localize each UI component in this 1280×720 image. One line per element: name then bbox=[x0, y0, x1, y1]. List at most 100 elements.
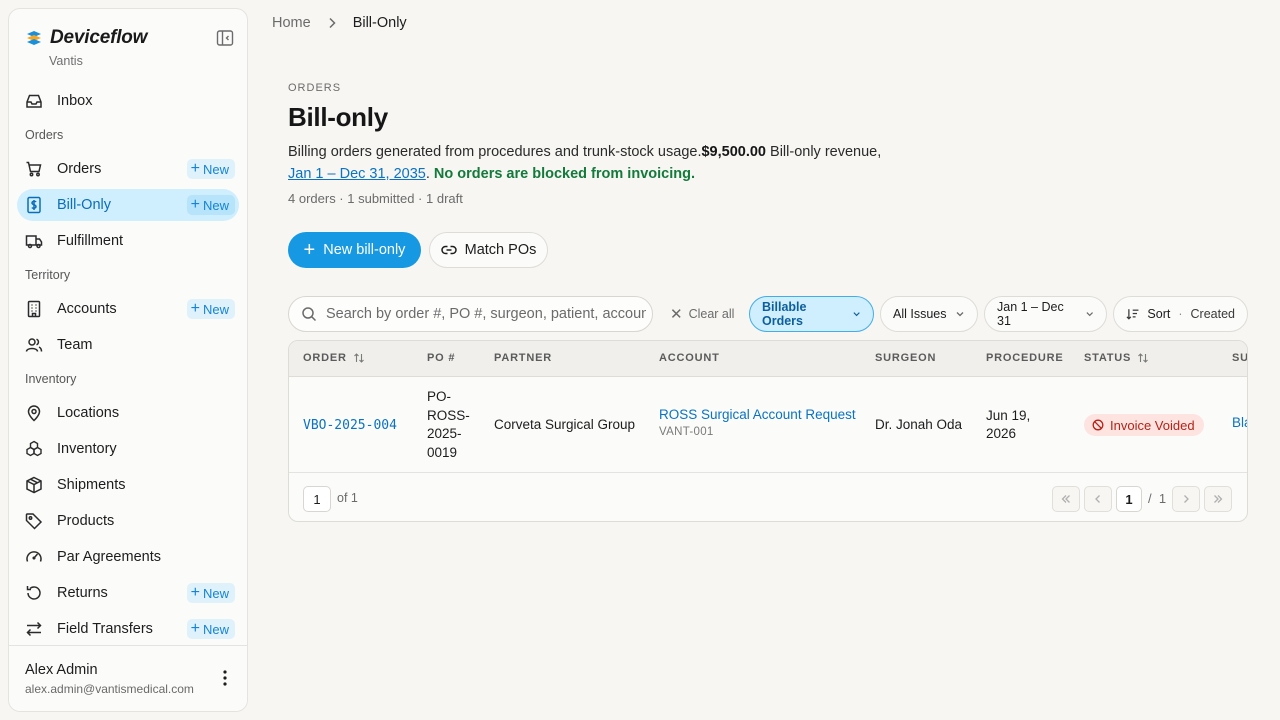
sidebar-item-shipments[interactable]: Shipments bbox=[17, 469, 239, 501]
sidebar-item-accounts[interactable]: Accounts + New bbox=[17, 293, 239, 325]
sidebar-item-par-agreements[interactable]: Par Agreements bbox=[17, 541, 239, 573]
issues-filter-dropdown[interactable]: All Issues bbox=[880, 296, 978, 332]
new-field-transfer-button[interactable]: + New bbox=[186, 619, 235, 639]
user-profile[interactable]: Alex Admin alex.admin@vantismedical.com bbox=[9, 645, 247, 711]
date-range-link[interactable]: Jan 1 – Dec 31, 2035 bbox=[288, 166, 426, 182]
view-filter-value: Billable Orders bbox=[762, 300, 807, 328]
search-input[interactable] bbox=[326, 306, 646, 322]
deviceflow-logo-icon bbox=[27, 31, 41, 45]
separator-dot: · bbox=[1178, 307, 1183, 321]
account-link[interactable]: ROSS Surgical Account Request bbox=[659, 407, 856, 422]
sort-arrows-icon[interactable] bbox=[1137, 352, 1149, 364]
last-page-button[interactable] bbox=[1204, 486, 1232, 512]
sidebar-item-label: Locations bbox=[57, 405, 120, 421]
match-pos-label: Match POs bbox=[464, 242, 537, 258]
column-header-partner: PARTNER bbox=[494, 352, 552, 364]
account-code: VANT-001 bbox=[659, 426, 714, 438]
column-header-label: PROCEDURE bbox=[986, 352, 1064, 364]
users-icon bbox=[25, 338, 43, 352]
column-header-submitter: SU bbox=[1232, 352, 1248, 364]
sidebar-item-orders[interactable]: Orders + New bbox=[17, 153, 239, 185]
user-name: Alex Admin bbox=[25, 662, 98, 678]
sidebar-item-returns[interactable]: Returns + New bbox=[17, 577, 239, 609]
sidebar-nav: Inbox Orders Orders + New Bill-Only + New … bbox=[17, 85, 239, 649]
next-page-button[interactable] bbox=[1172, 486, 1200, 512]
breadcrumb-home[interactable]: Home bbox=[272, 15, 311, 31]
page-eyebrow: ORDERS bbox=[288, 82, 342, 94]
truck-icon bbox=[25, 235, 43, 249]
page-number-input[interactable]: 1 bbox=[303, 486, 331, 512]
date-filter-dropdown[interactable]: Jan 1 – Dec 31 bbox=[984, 296, 1107, 332]
sidebar: Deviceflow Vantis Inbox Orders Orders + N… bbox=[8, 8, 248, 712]
new-account-button[interactable]: + New bbox=[186, 299, 235, 319]
sidebar-item-locations[interactable]: Locations bbox=[17, 397, 239, 429]
new-return-button[interactable]: + New bbox=[186, 583, 235, 603]
breadcrumb: Home Bill-Only bbox=[272, 15, 407, 31]
column-header-status[interactable]: STATUS bbox=[1084, 352, 1149, 364]
sidebar-item-team[interactable]: Team bbox=[17, 329, 239, 361]
sidebar-item-inbox[interactable]: Inbox bbox=[17, 85, 239, 117]
column-header-label: SURGEON bbox=[875, 352, 937, 364]
current-page: 1 bbox=[1116, 486, 1142, 512]
sidebar-item-label: Shipments bbox=[57, 477, 126, 493]
page-of-text: of 1 bbox=[337, 491, 358, 505]
date-filter-value: Jan 1 – Dec 31 bbox=[997, 300, 1064, 328]
column-header-label: ORDER bbox=[303, 352, 347, 364]
po-line: PO- bbox=[427, 389, 452, 404]
submitter-cell: Bla bbox=[1232, 415, 1247, 430]
search-icon bbox=[302, 307, 317, 322]
package-icon bbox=[26, 476, 42, 494]
sidebar-item-label: Inbox bbox=[57, 93, 93, 109]
column-header-label: SU bbox=[1232, 352, 1248, 364]
brand[interactable]: Deviceflow bbox=[25, 27, 147, 49]
sidebar-item-inventory[interactable]: Inventory bbox=[17, 433, 239, 465]
section-label-orders: Orders bbox=[25, 128, 64, 142]
sidebar-item-fulfillment[interactable]: Fulfillment bbox=[17, 225, 239, 257]
order-number-cell: VBO-2025-004 bbox=[303, 417, 397, 433]
order-number-link[interactable]: VBO-2025-004 bbox=[303, 418, 397, 433]
chevron-down-icon bbox=[853, 312, 860, 317]
revenue-suffix: Bill-only revenue, bbox=[766, 144, 882, 160]
sidebar-item-label: Returns bbox=[57, 585, 108, 601]
status-cell: Invoice Voided bbox=[1084, 414, 1204, 436]
sort-arrows-icon[interactable] bbox=[353, 352, 365, 364]
plus-icon: + bbox=[190, 584, 200, 601]
sort-dropdown[interactable]: Sort · Created bbox=[1113, 296, 1248, 332]
building-icon bbox=[27, 300, 41, 318]
column-header-procedure: PROCEDURE bbox=[986, 352, 1064, 364]
sidebar-item-label: Par Agreements bbox=[57, 549, 161, 565]
clear-all-button[interactable]: ✕ Clear all bbox=[670, 305, 734, 323]
plus-icon: + bbox=[190, 300, 200, 317]
user-email: alex.admin@vantismedical.com bbox=[25, 682, 194, 696]
collapse-sidebar-icon[interactable] bbox=[215, 28, 235, 48]
procedure-date-cell: Jun 19, 2026 bbox=[986, 407, 1030, 443]
plus-icon: + bbox=[190, 620, 200, 637]
match-pos-button[interactable]: Match POs bbox=[429, 232, 548, 268]
column-header-order[interactable]: ORDER bbox=[303, 352, 365, 364]
brand-name: Deviceflow bbox=[50, 27, 148, 48]
sidebar-item-products[interactable]: Products bbox=[17, 505, 239, 537]
status-badge: Invoice Voided bbox=[1084, 414, 1204, 436]
table-row[interactable]: VBO-2025-004 PO- ROSS- 2025- 0019 Corvet… bbox=[289, 377, 1247, 473]
more-vertical-icon[interactable] bbox=[217, 668, 233, 688]
view-filter-dropdown[interactable]: Billable Orders bbox=[749, 296, 874, 332]
sidebar-item-label: Fulfillment bbox=[57, 233, 124, 249]
chevron-right-icon bbox=[1184, 495, 1189, 503]
new-bill-only-sidebar-button[interactable]: + New bbox=[186, 195, 235, 215]
sidebar-item-bill-only[interactable]: Bill-Only + New bbox=[17, 189, 239, 221]
new-bill-only-button[interactable]: + New bill-only bbox=[288, 232, 421, 268]
cart-icon bbox=[26, 161, 42, 177]
ban-icon bbox=[1092, 419, 1104, 431]
new-label: New bbox=[202, 161, 229, 177]
po-line: 2025- bbox=[427, 426, 462, 441]
sidebar-item-field-transfers[interactable]: Field Transfers + New bbox=[17, 613, 239, 645]
rotate-ccw-icon bbox=[26, 586, 41, 600]
new-order-button[interactable]: + New bbox=[186, 159, 235, 179]
partner-cell: Corveta Surgical Group bbox=[494, 417, 636, 432]
close-icon: ✕ bbox=[670, 306, 683, 323]
previous-page-button[interactable] bbox=[1084, 486, 1112, 512]
search-box[interactable] bbox=[288, 296, 653, 332]
first-page-button[interactable] bbox=[1052, 486, 1080, 512]
po-number-cell: PO- ROSS- 2025- 0019 bbox=[427, 388, 470, 462]
submitter-link[interactable]: Bla bbox=[1232, 415, 1247, 430]
